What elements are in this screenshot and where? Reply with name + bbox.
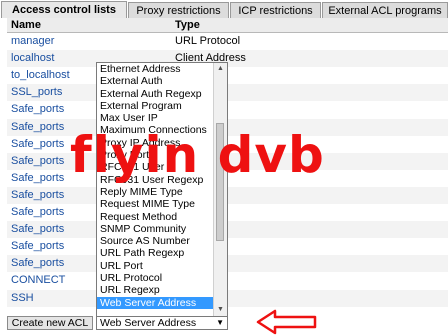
acl-name-link[interactable]: Safe_ports bbox=[11, 238, 64, 255]
chevron-down-icon: ▼ bbox=[216, 318, 224, 327]
red-arrow-icon bbox=[256, 309, 317, 335]
dropdown-option[interactable]: Max User IP bbox=[97, 112, 214, 124]
table-row: manager URL Protocol bbox=[7, 33, 448, 50]
tab-icp-restrictions[interactable]: ICP restrictions bbox=[230, 2, 321, 18]
acl-type-select-value: Web Server Address bbox=[100, 317, 197, 329]
column-header-name: Name bbox=[11, 19, 41, 31]
dropdown-option[interactable]: URL Regexp bbox=[97, 284, 214, 296]
acl-name-link[interactable]: Safe_ports bbox=[11, 204, 64, 221]
dropdown-option[interactable]: External Auth bbox=[97, 75, 214, 87]
overlay-text: flyin dvb bbox=[70, 126, 325, 184]
dropdown-option[interactable]: Ethernet Address bbox=[97, 63, 214, 75]
acl-type: URL Protocol bbox=[175, 35, 241, 47]
acl-name-link[interactable]: Safe_ports bbox=[11, 255, 64, 272]
tab-proxy-restrictions[interactable]: Proxy restrictions bbox=[128, 2, 229, 18]
scroll-down-arrow-icon[interactable]: ▼ bbox=[214, 304, 227, 316]
scroll-up-arrow-icon[interactable]: ▲ bbox=[214, 63, 227, 75]
acl-name-link[interactable]: CONNECT bbox=[11, 272, 65, 289]
acl-name-link[interactable]: Safe_ports bbox=[11, 101, 64, 118]
acl-name-link[interactable]: manager bbox=[11, 33, 54, 50]
table-header: Name Type bbox=[7, 18, 448, 33]
acl-type-dropdown-list[interactable]: Ethernet Address External Auth External Au… bbox=[96, 62, 228, 317]
create-new-acl-button[interactable]: Create new ACL bbox=[7, 316, 93, 330]
acl-name-link[interactable]: SSH bbox=[11, 290, 34, 307]
dropdown-option[interactable]: URL Path Regexp bbox=[97, 247, 214, 259]
dropdown-option[interactable]: Request Method bbox=[97, 211, 214, 223]
acl-name-link[interactable]: SSL_ports bbox=[11, 84, 62, 101]
tab-external-acl-programs[interactable]: External ACL programs bbox=[322, 2, 448, 18]
dropdown-option[interactable]: SNMP Community bbox=[97, 223, 214, 235]
acl-name-link[interactable]: localhost bbox=[11, 50, 54, 67]
dropdown-option[interactable]: Reply MIME Type bbox=[97, 186, 214, 198]
acl-name-link[interactable]: Safe_ports bbox=[11, 221, 64, 238]
acl-name-link[interactable]: Safe_ports bbox=[11, 136, 64, 153]
acl-name-link[interactable]: Safe_ports bbox=[11, 170, 64, 187]
acl-name-link[interactable]: Safe_ports bbox=[11, 153, 64, 170]
column-header-type: Type bbox=[175, 19, 200, 31]
dropdown-option[interactable]: Web Server Address bbox=[97, 296, 214, 309]
dropdown-option[interactable]: External Auth Regexp bbox=[97, 88, 214, 100]
dropdown-option[interactable]: Request MIME Type bbox=[97, 198, 214, 210]
dropdown-option[interactable]: URL Port bbox=[97, 260, 214, 272]
acl-name-link[interactable]: to_localhost bbox=[11, 67, 70, 84]
dropdown-option[interactable]: Source AS Number bbox=[97, 235, 214, 247]
dropdown-scrollbar[interactable]: ▲ ▼ bbox=[213, 63, 227, 316]
dropdown-option[interactable]: URL Protocol bbox=[97, 272, 214, 284]
acl-name-link[interactable]: Safe_ports bbox=[11, 119, 64, 136]
dropdown-option[interactable]: External Program bbox=[97, 100, 214, 112]
acl-type-select[interactable]: Web Server Address ▼ bbox=[96, 316, 228, 330]
tab-access-control-lists[interactable]: Access control lists bbox=[1, 1, 127, 18]
tab-bar: Access control lists Proxy restrictions … bbox=[0, 0, 448, 18]
acl-name-link[interactable]: Safe_ports bbox=[11, 187, 64, 204]
